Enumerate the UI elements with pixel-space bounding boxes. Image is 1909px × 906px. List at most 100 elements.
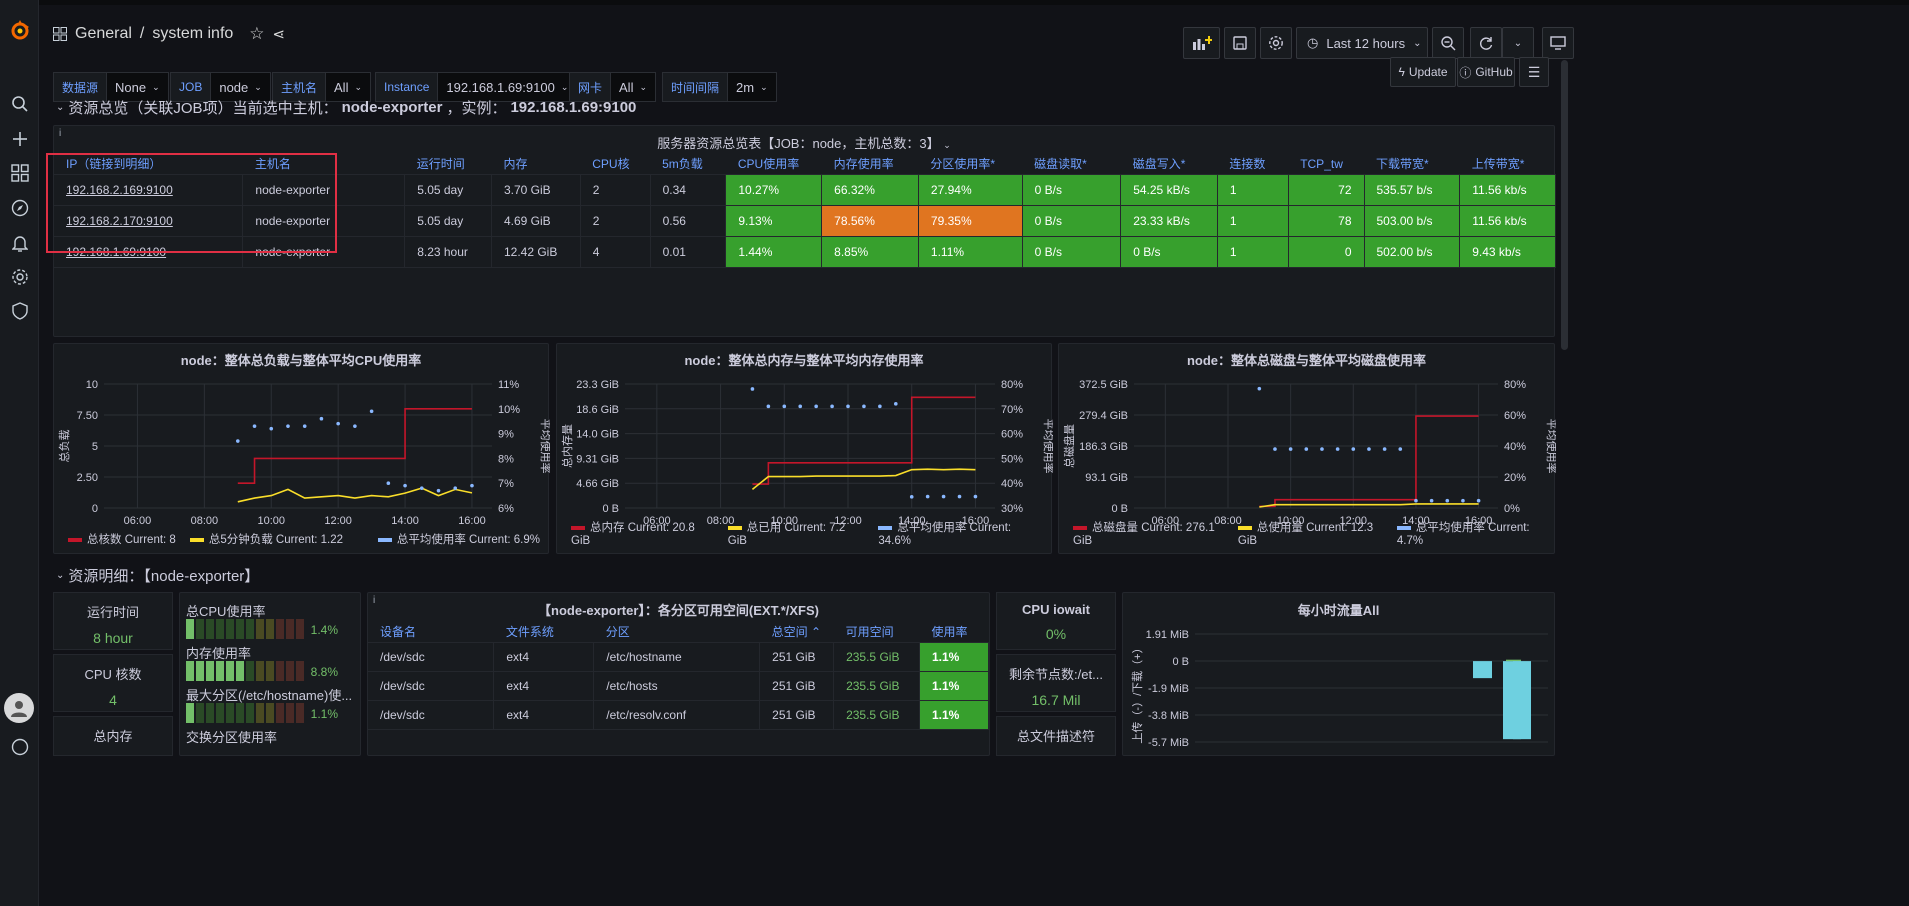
plus-icon[interactable]	[6, 125, 34, 153]
legend-item[interactable]: 总已用 Current: 7.2 GiB	[727, 519, 865, 547]
scrollbar[interactable]	[1561, 60, 1568, 350]
legend-swatch	[1073, 525, 1087, 530]
legend-item[interactable]: 总平均使用率 Current: 34.6%	[878, 519, 1043, 547]
tv-mode-icon[interactable]	[1542, 27, 1574, 59]
update-link-button[interactable]: ϟ Update	[1390, 57, 1456, 87]
panel-title[interactable]: 服务器资源总览表【JOB：node，主机总数：3】 ⌄	[54, 133, 1554, 152]
y-tick-label: 0 B	[1172, 656, 1189, 668]
legend-text: 总内存 Current: 20.8 GiB	[571, 522, 695, 547]
gauge-value: 1.4%	[310, 623, 338, 637]
column-header[interactable]: 5m负载	[650, 154, 726, 175]
y2-tick-label: 40%	[1001, 478, 1023, 490]
table-cell: 0 B/s	[1022, 205, 1122, 237]
var-value[interactable]: 2m ⌄	[728, 72, 777, 102]
table-cell: ext4	[493, 700, 595, 730]
table-cell: 78.56%	[821, 205, 919, 237]
x-tick-label: 06:00	[124, 515, 152, 526]
column-header[interactable]: 磁盘写入*	[1120, 154, 1218, 175]
bell-icon[interactable]	[6, 229, 34, 257]
table-cell: 11.56 kb/s	[1459, 174, 1556, 206]
table-cell: 11.56 kb/s	[1459, 205, 1556, 237]
table-cell: 1	[1217, 205, 1289, 237]
table-row: /dev/sdc ext4/etc/hosts 251 GiB 235.5 GiB 1.…	[368, 671, 989, 701]
column-header[interactable]: 磁盘读取*	[1022, 154, 1121, 175]
column-header[interactable]: 上传带宽*	[1459, 154, 1556, 175]
data-point	[369, 409, 374, 414]
table-cell: 5.05 day	[404, 174, 492, 206]
column-header[interactable]: 下载带宽*	[1364, 154, 1460, 175]
y-tick-label: 0 B	[1111, 503, 1128, 515]
row-overview-header[interactable]: ⌄ 资源总览（关联JOB项）当前选中主机： node-exporter ，实例： 19…	[56, 97, 636, 118]
column-header[interactable]: 分区	[593, 622, 760, 643]
time-picker[interactable]: ◷ Last 12 hours ⌄	[1296, 27, 1428, 59]
zoom-out-icon[interactable]	[1432, 27, 1464, 59]
table-cell: 5.05 day	[404, 205, 492, 237]
chevron-down-icon: ⌄	[354, 81, 363, 92]
compass-icon[interactable]	[6, 194, 34, 222]
breadcrumb-folder[interactable]: General	[75, 25, 132, 43]
legend-item[interactable]: 总5分钟负载 Current: 1.22	[189, 531, 343, 547]
column-header[interactable]: 连接数	[1217, 154, 1289, 175]
gear-icon[interactable]	[6, 263, 34, 291]
y-tick-label: 23.3 GiB	[576, 379, 619, 391]
grafana-logo-icon[interactable]	[6, 16, 34, 44]
github-link-button[interactable]: ⓘ GitHub	[1457, 57, 1515, 87]
y2-tick-label: 0%	[1504, 503, 1520, 515]
shield-icon[interactable]	[6, 297, 34, 325]
legend-item[interactable]: 总内存 Current: 20.8 GiB	[571, 519, 714, 547]
gauge-cell	[266, 661, 274, 681]
column-header[interactable]: 运行时间	[404, 154, 492, 175]
avatar[interactable]	[4, 693, 34, 723]
menu-icon[interactable]: ☰	[1519, 57, 1549, 87]
refresh-icon[interactable]	[1470, 27, 1502, 59]
column-header[interactable]: 文件系统	[493, 622, 594, 643]
column-header[interactable]: 使用率	[919, 622, 989, 643]
legend-item[interactable]: 总核数 Current: 8	[68, 531, 176, 547]
row-separator: ，实例：	[446, 100, 507, 117]
chevron-down-icon: ⌄	[560, 81, 569, 92]
save-icon[interactable]	[1224, 27, 1256, 59]
data-point	[419, 486, 424, 490]
y-tick-label: -1.9 MiB	[1148, 683, 1189, 695]
help-icon[interactable]	[6, 733, 34, 761]
y2-tick-label: 60%	[1504, 410, 1526, 422]
legend-swatch	[878, 525, 893, 530]
gauge-cell	[256, 661, 264, 681]
chevron-down-icon: ⌄	[639, 81, 648, 92]
column-header[interactable]: 内存使用率	[821, 154, 919, 175]
column-header[interactable]: 可用空间	[833, 622, 920, 643]
dashboard-title[interactable]: system info	[152, 25, 233, 43]
dashboards-icon[interactable]	[6, 159, 34, 187]
gauge-cell	[296, 703, 304, 723]
column-header[interactable]: 总空间 ⌃	[759, 622, 834, 643]
table-cell: 9.13%	[725, 205, 823, 237]
share-icon[interactable]: ⋖	[273, 25, 286, 43]
refresh-interval-chevron-icon[interactable]: ⌄	[1502, 27, 1534, 59]
search-icon[interactable]	[6, 90, 34, 118]
column-header[interactable]: TCP_tw	[1288, 154, 1364, 175]
column-header[interactable]: CPU核	[580, 154, 651, 175]
star-icon[interactable]: ☆	[249, 24, 264, 44]
gauge-cell	[196, 619, 204, 639]
gauge-cell	[276, 661, 284, 681]
add-panel-icon[interactable]	[1183, 27, 1220, 59]
gauge-cell	[206, 619, 214, 639]
row-detail-header[interactable]: ⌄ 资源明细：【node-exporter】	[56, 565, 259, 586]
column-header[interactable]: 内存	[491, 154, 581, 175]
traffic-bar	[1506, 659, 1521, 662]
table-cell: 9.43 kb/s	[1459, 236, 1556, 268]
table-cell: /etc/hostname	[593, 642, 761, 672]
data-point	[436, 488, 441, 493]
column-header[interactable]: 分区使用率*	[918, 154, 1023, 175]
panel-title[interactable]: 【node-exporter】：各分区可用空间(EXT.*/XFS)	[368, 600, 989, 619]
column-header[interactable]: CPU使用率	[725, 154, 822, 175]
legend-item[interactable]: 总磁盘量 Current: 276.1 GiB	[1073, 519, 1224, 547]
settings-icon[interactable]	[1260, 27, 1292, 59]
legend-swatch	[571, 525, 585, 530]
var-interval[interactable]: 时间间隔 2m ⌄	[662, 72, 777, 102]
legend-item[interactable]: 总平均使用率 Current: 4.7%	[1396, 519, 1546, 547]
data-point	[1273, 447, 1277, 451]
legend-item[interactable]: 总使用量 Current: 12.3 GiB	[1237, 519, 1383, 547]
legend-item[interactable]: 总平均使用率 Current: 6.9%	[377, 531, 540, 547]
column-header[interactable]: 设备名	[368, 622, 494, 643]
